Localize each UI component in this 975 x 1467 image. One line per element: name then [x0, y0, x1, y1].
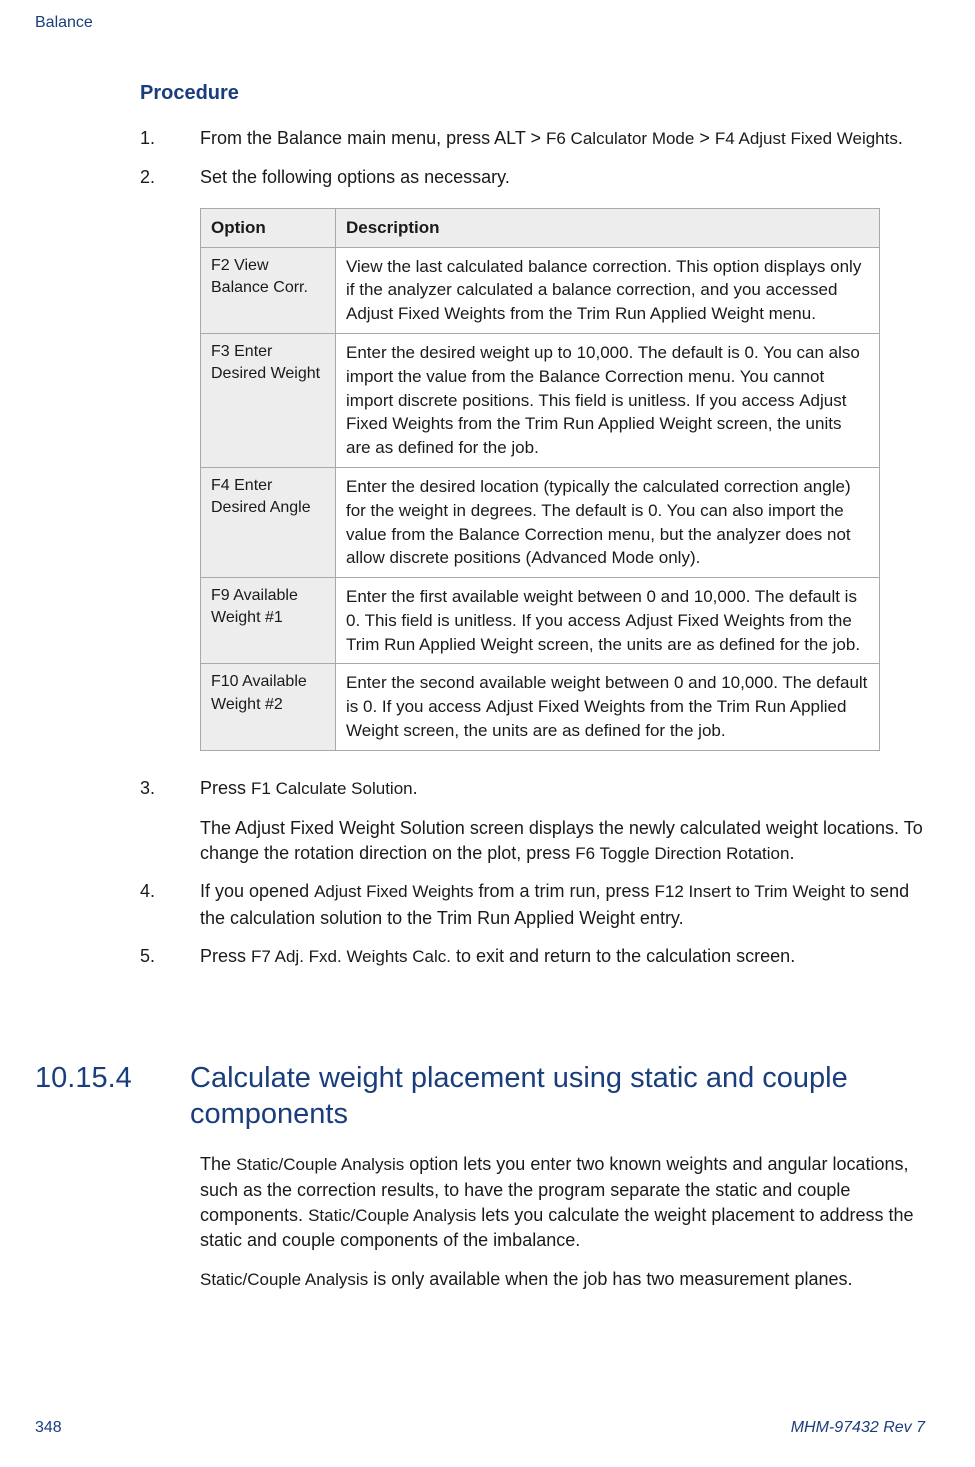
- page-footer: 348 MHM-97432 Rev 7: [35, 1359, 925, 1437]
- desc-text-b: from the Trim Run Applied Weight menu.: [505, 304, 816, 323]
- p1-key-2: Static/Couple Analysis: [308, 1206, 476, 1225]
- step-5-key: F7 Adj. Fxd. Weights Calc.: [251, 947, 451, 966]
- step-3-key: F1 Calculate Solution: [251, 779, 413, 798]
- desc-text-a: View the last calculated balance correct…: [346, 257, 861, 300]
- table-header-row: Option Description: [201, 208, 880, 247]
- step-3-text-b: .: [413, 778, 418, 798]
- step-3-body-a: The Adjust Fixed Weight Solution screen …: [200, 818, 923, 863]
- section-paragraph-2: Static/Couple Analysis is only available…: [200, 1267, 925, 1292]
- option-name: F9 Available Weight #1: [201, 578, 336, 664]
- p2-a: is only available when the job has two m…: [368, 1269, 852, 1289]
- procedure-steps-list: From the Balance main menu, press ALT > …: [140, 125, 925, 969]
- col-header-description: Description: [336, 208, 880, 247]
- step-4-key-1: Adjust Fixed Weights: [314, 882, 473, 901]
- option-description: Enter the second available weight betwee…: [336, 664, 880, 750]
- option-name: F3 Enter Desired Weight: [201, 333, 336, 467]
- desc-key: Adjust Fixed Weights: [486, 697, 645, 716]
- page-header-chapter: Balance: [35, 14, 925, 32]
- table-row: F9 Available Weight #1 Enter the first a…: [201, 578, 880, 664]
- step-1-text-a: From the Balance main menu, press ALT >: [200, 128, 546, 148]
- option-name: F10 Available Weight #2: [201, 664, 336, 750]
- step-5: Press F7 Adj. Fxd. Weights Calc. to exit…: [140, 943, 925, 970]
- step-3-body: The Adjust Fixed Weight Solution screen …: [200, 816, 925, 866]
- option-description: Enter the first available weight between…: [336, 578, 880, 664]
- step-4-key-2: F12 Insert to Trim Weight: [655, 882, 846, 901]
- step-2-text: Set the following options as necessary.: [200, 167, 510, 187]
- step-5-text-b: to exit and return to the calculation sc…: [451, 946, 795, 966]
- desc-text-a: Enter the desired weight up to 10,000. T…: [346, 343, 860, 410]
- table-row: F10 Available Weight #2 Enter the second…: [201, 664, 880, 750]
- document-page: Balance Procedure From the Balance main …: [0, 0, 975, 1467]
- section-heading-row: 10.15.4 Calculate weight placement using…: [35, 1060, 925, 1133]
- col-header-option: Option: [201, 208, 336, 247]
- step-5-text-a: Press: [200, 946, 251, 966]
- step-3-text-a: Press: [200, 778, 251, 798]
- step-4: If you opened Adjust Fixed Weights from …: [140, 878, 925, 931]
- footer-page-number: 348: [35, 1419, 62, 1437]
- option-description: Enter the desired location (typically th…: [336, 467, 880, 577]
- section-title: Calculate weight placement using static …: [190, 1060, 925, 1133]
- section-number: 10.15.4: [35, 1060, 190, 1095]
- option-description: Enter the desired weight up to 10,000. T…: [336, 333, 880, 467]
- procedure-heading: Procedure: [140, 82, 925, 105]
- step-4-text-a: If you opened: [200, 881, 314, 901]
- desc-key: Adjust Fixed Weights: [346, 304, 505, 323]
- step-1-key-2: F4 Adjust Fixed Weights: [715, 129, 898, 148]
- step-1-text-c: .: [898, 128, 903, 148]
- p1-key-1: Static/Couple Analysis: [236, 1155, 404, 1174]
- section-paragraph-1: The Static/Couple Analysis option lets y…: [200, 1152, 925, 1253]
- table-row: F4 Enter Desired Angle Enter the desired…: [201, 467, 880, 577]
- main-content: Procedure From the Balance main menu, pr…: [140, 82, 925, 1034]
- step-2: Set the following options as necessary. …: [140, 164, 925, 751]
- option-name: F2 View Balance Corr.: [201, 247, 336, 333]
- footer-doc-id: MHM-97432 Rev 7: [791, 1419, 925, 1437]
- options-table: Option Description F2 View Balance Corr.…: [200, 208, 880, 751]
- desc-key: Adjust Fixed Weights: [625, 611, 784, 630]
- section-body: The Static/Couple Analysis option lets y…: [140, 1152, 925, 1359]
- step-3-body-b: .: [789, 843, 794, 863]
- step-4-text-b: from a trim run, press: [473, 881, 654, 901]
- table-row: F2 View Balance Corr. View the last calc…: [201, 247, 880, 333]
- step-3: Press F1 Calculate Solution. The Adjust …: [140, 775, 925, 866]
- step-1-text-b: >: [694, 128, 715, 148]
- step-3-body-key: F6 Toggle Direction Rotation: [575, 844, 789, 863]
- table-row: F3 Enter Desired Weight Enter the desire…: [201, 333, 880, 467]
- step-1: From the Balance main menu, press ALT > …: [140, 125, 925, 152]
- option-name: F4 Enter Desired Angle: [201, 467, 336, 577]
- step-1-key-1: F6 Calculator Mode: [546, 129, 694, 148]
- p2-key: Static/Couple Analysis: [200, 1270, 368, 1289]
- p1-a: The: [200, 1154, 236, 1174]
- option-description: View the last calculated balance correct…: [336, 247, 880, 333]
